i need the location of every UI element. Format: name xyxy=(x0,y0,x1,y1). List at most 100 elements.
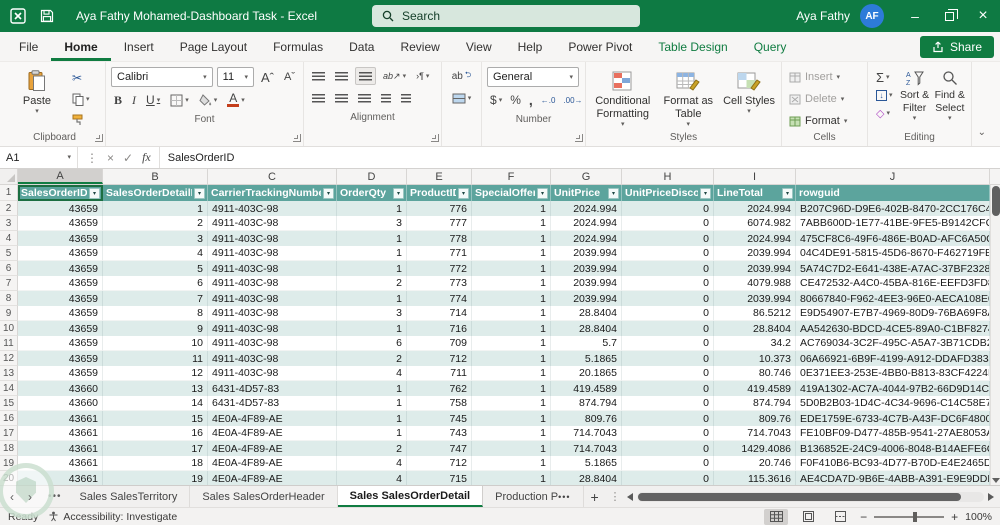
row-header-4[interactable]: 4 xyxy=(0,231,18,246)
cell[interactable]: 0 xyxy=(622,276,714,291)
collapse-ribbon-icon[interactable]: ⌄ xyxy=(978,127,986,138)
cell[interactable]: 1 xyxy=(472,306,551,321)
cell[interactable]: 14 xyxy=(103,396,208,411)
cell[interactable]: 10.373 xyxy=(714,351,796,366)
cell[interactable]: 715 xyxy=(407,471,472,485)
cell[interactable]: 4911-403C-98 xyxy=(208,276,337,291)
row-header-10[interactable]: 10 xyxy=(0,321,18,336)
cell[interactable]: 3 xyxy=(337,306,407,321)
table-header-unitprice[interactable]: UnitPrice▾ xyxy=(551,185,622,201)
cell[interactable]: 1 xyxy=(472,381,551,396)
cell[interactable]: 43661 xyxy=(18,456,103,471)
cell[interactable]: 4 xyxy=(103,246,208,261)
page-break-view-button[interactable] xyxy=(828,509,852,525)
cell[interactable]: 1429.4086 xyxy=(714,441,796,456)
normal-view-button[interactable] xyxy=(764,509,788,525)
filter-button-salesorderid[interactable]: ▾ xyxy=(89,188,100,199)
cell[interactable]: 43659 xyxy=(18,321,103,336)
column-header-F[interactable]: F xyxy=(472,169,551,184)
cell[interactable]: 758 xyxy=(407,396,472,411)
cell-styles-button[interactable]: Cell Styles ▾ xyxy=(722,67,776,115)
cell[interactable]: 28.8404 xyxy=(551,306,622,321)
cell[interactable]: 0 xyxy=(622,291,714,306)
cell[interactable]: 777 xyxy=(407,216,472,231)
cell[interactable]: 0 xyxy=(622,201,714,216)
cell[interactable]: 3 xyxy=(103,231,208,246)
sheet-tab-sales-salesorderdetail[interactable]: Sales SalesOrderDetail xyxy=(338,486,483,507)
cell[interactable]: 0 xyxy=(622,216,714,231)
cell[interactable]: 6431-4D57-83 xyxy=(208,396,337,411)
row-header-18[interactable]: 18 xyxy=(0,441,18,456)
tab-formulas[interactable]: Formulas xyxy=(260,32,336,61)
cell[interactable]: 1 xyxy=(472,321,551,336)
zoom-in-button[interactable]: + xyxy=(951,510,958,524)
search-input[interactable]: Search xyxy=(372,5,640,27)
cell[interactable]: 0 xyxy=(622,426,714,441)
font-color-button[interactable]: A ▾ xyxy=(224,91,248,109)
cell[interactable]: 2039.994 xyxy=(551,276,622,291)
cell[interactable]: 0 xyxy=(622,411,714,426)
cell[interactable]: FE10BF09-D477-485B-9541-27AE8053A6 xyxy=(796,426,990,441)
cell[interactable]: 16 xyxy=(103,426,208,441)
delete-cells-button[interactable]: Delete▾ xyxy=(787,89,862,109)
cell[interactable]: 2 xyxy=(337,276,407,291)
align-top-button[interactable] xyxy=(309,67,328,85)
cell[interactable]: 773 xyxy=(407,276,472,291)
table-header-productid[interactable]: ProductID▾ xyxy=(407,185,472,201)
cell[interactable]: 745 xyxy=(407,411,472,426)
column-header-E[interactable]: E xyxy=(407,169,472,184)
row-header-1[interactable]: 1 xyxy=(0,185,18,201)
scroll-down-icon[interactable] xyxy=(992,478,1000,483)
cell[interactable]: 4911-403C-98 xyxy=(208,261,337,276)
cell[interactable]: 2024.994 xyxy=(551,231,622,246)
cell[interactable]: 2039.994 xyxy=(551,246,622,261)
cell[interactable]: 772 xyxy=(407,261,472,276)
cell[interactable]: 712 xyxy=(407,351,472,366)
cell[interactable]: 2039.994 xyxy=(714,261,796,276)
filter-button-orderqty[interactable]: ▾ xyxy=(393,188,404,199)
cell[interactable]: 4911-403C-98 xyxy=(208,201,337,216)
paste-button[interactable]: Paste ▾ xyxy=(9,67,65,115)
cell[interactable]: 0 xyxy=(622,381,714,396)
cell[interactable]: 4911-403C-98 xyxy=(208,291,337,306)
format-cells-button[interactable]: Format▾ xyxy=(787,111,862,131)
cell[interactable]: 43661 xyxy=(18,471,103,485)
cell[interactable]: 80.746 xyxy=(714,366,796,381)
align-bottom-button[interactable] xyxy=(355,67,376,85)
cell[interactable]: 1 xyxy=(337,396,407,411)
merge-center-button[interactable]: ▾ xyxy=(449,89,475,107)
cell[interactable]: 1 xyxy=(472,456,551,471)
cell[interactable]: 7 xyxy=(103,291,208,306)
table-header-salesorderid[interactable]: SalesOrderID▾ xyxy=(18,185,103,201)
reading-order-button[interactable]: ›¶▾ xyxy=(413,67,432,85)
cell[interactable]: 2024.994 xyxy=(714,201,796,216)
cell[interactable]: 1 xyxy=(472,471,551,485)
clear-button[interactable]: ◇▾ xyxy=(873,105,896,121)
cell[interactable]: 2039.994 xyxy=(714,246,796,261)
cell[interactable]: 0 xyxy=(622,306,714,321)
cancel-entry-icon[interactable]: × xyxy=(107,151,114,165)
cell[interactable]: AC769034-3C2F-495C-A5A7-3B71CDB25D xyxy=(796,336,990,351)
cell[interactable]: 0 xyxy=(622,321,714,336)
zoom-out-button[interactable]: − xyxy=(860,510,867,524)
cell[interactable]: 1 xyxy=(472,351,551,366)
row-header-20[interactable]: 20 xyxy=(0,471,18,485)
cell[interactable]: 1 xyxy=(337,246,407,261)
cell[interactable]: 86.5212 xyxy=(714,306,796,321)
select-all-corner[interactable] xyxy=(0,169,18,184)
page-layout-view-button[interactable] xyxy=(796,509,820,525)
cell[interactable]: 19 xyxy=(103,471,208,485)
zoom-level[interactable]: 100% xyxy=(965,511,992,523)
cell[interactable]: 43659 xyxy=(18,366,103,381)
cell[interactable]: 43659 xyxy=(18,351,103,366)
tab-power-pivot[interactable]: Power Pivot xyxy=(555,32,645,61)
column-header-C[interactable]: C xyxy=(208,169,337,184)
cell[interactable]: 1 xyxy=(472,396,551,411)
filter-button-productid[interactable]: ▾ xyxy=(458,188,469,199)
cell[interactable]: 4 xyxy=(337,366,407,381)
tab-data[interactable]: Data xyxy=(336,32,387,61)
cell[interactable]: 4911-403C-98 xyxy=(208,366,337,381)
cell[interactable]: 0 xyxy=(622,351,714,366)
cell[interactable]: 1 xyxy=(472,441,551,456)
cell[interactable]: 778 xyxy=(407,231,472,246)
